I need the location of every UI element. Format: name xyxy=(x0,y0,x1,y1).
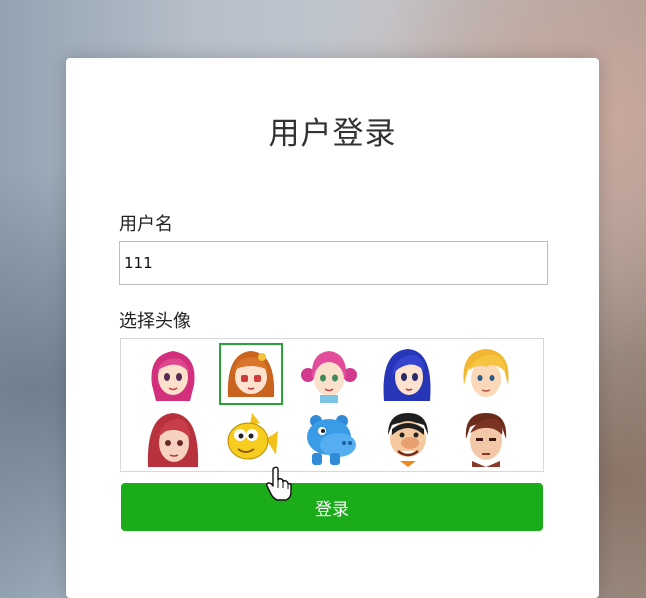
avatar-option-3[interactable] xyxy=(297,343,361,405)
avatar-label: 选择头像 xyxy=(119,311,191,332)
avatar-option-1[interactable] xyxy=(141,343,205,405)
login-card: 用户登录 用户名 选择头像 xyxy=(66,58,599,598)
page-title: 用户登录 xyxy=(268,116,397,152)
avatar-option-9[interactable] xyxy=(375,407,439,469)
avatar-picker xyxy=(120,338,544,472)
avatar-option-2[interactable] xyxy=(219,343,283,405)
login-button[interactable]: 登录 xyxy=(121,483,543,531)
brown-hair-man-avatar-icon xyxy=(465,413,507,467)
avatar-option-6[interactable] xyxy=(141,407,205,469)
hand-pointer-cursor-icon xyxy=(266,466,292,501)
username-label: 用户名 xyxy=(119,214,173,235)
yellow-fish-avatar-icon xyxy=(227,413,278,460)
blue-hippo-avatar-icon xyxy=(307,415,356,465)
avatar-option-10[interactable] xyxy=(453,407,517,469)
blue-hair-girl-avatar-icon xyxy=(383,349,431,401)
red-hair-woman-avatar-icon xyxy=(147,413,199,467)
avatar-option-8[interactable] xyxy=(297,407,361,469)
pink-pigtails-girl-avatar-icon xyxy=(301,351,357,403)
avatar-option-7[interactable] xyxy=(219,407,283,469)
avatar-option-5[interactable] xyxy=(453,343,517,405)
blonde-boy-avatar-icon xyxy=(463,349,509,397)
cartoon-man-avatar-icon xyxy=(388,413,428,467)
pink-hair-girl-avatar-icon xyxy=(151,351,195,401)
username-input[interactable] xyxy=(119,241,548,285)
avatar-option-4[interactable] xyxy=(375,343,439,405)
brown-hair-girl-avatar-icon xyxy=(227,351,275,397)
